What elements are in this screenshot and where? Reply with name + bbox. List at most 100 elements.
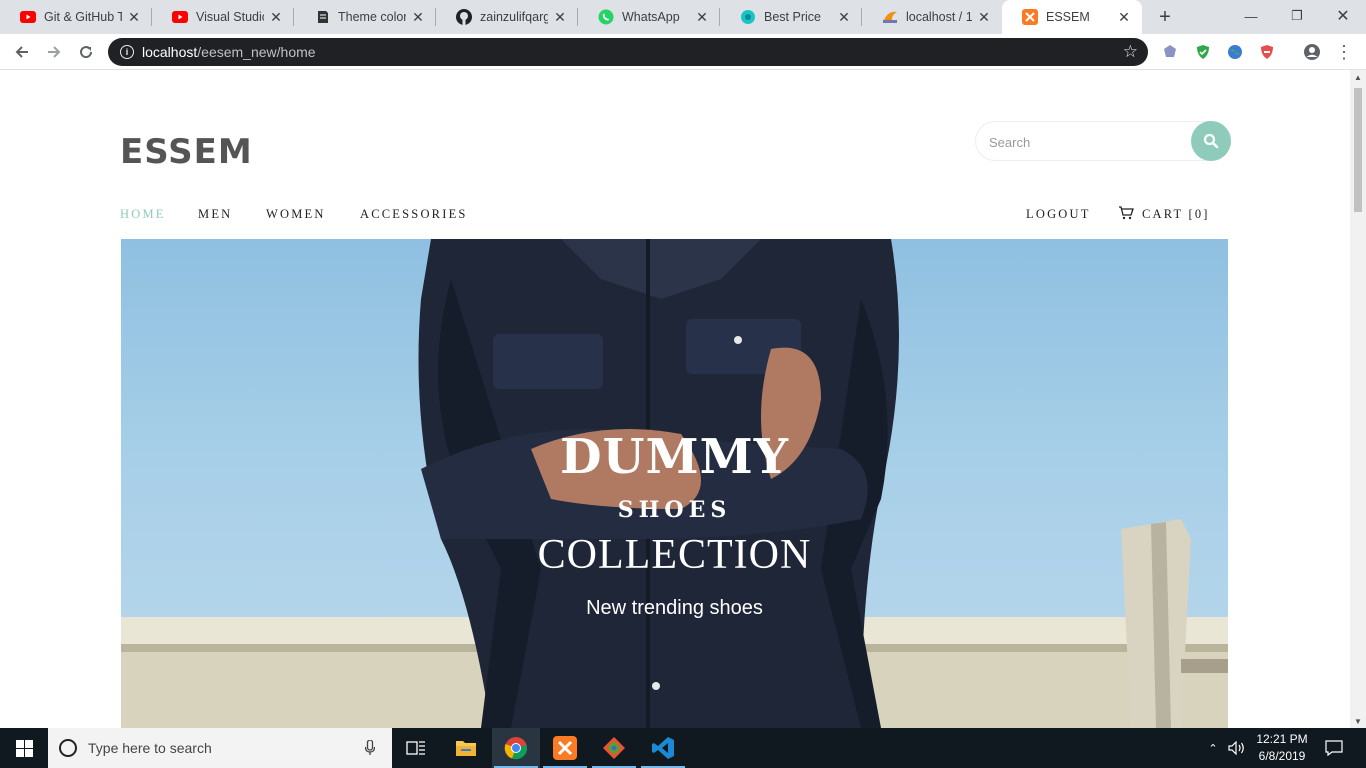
- browser-tab[interactable]: zainzulifqargit ✕: [436, 0, 578, 34]
- hero-heading: COLLECTION: [537, 532, 812, 578]
- task-view-icon: [406, 741, 425, 755]
- hero-title: DUMMY: [559, 429, 789, 485]
- cart-link[interactable]: CART [0]: [1118, 204, 1210, 222]
- scrollbar-thumb[interactable]: [1354, 88, 1362, 212]
- tab-title: localhost / 127: [906, 10, 972, 24]
- notifications-icon[interactable]: [1318, 728, 1350, 768]
- clock-date: 6/8/2019: [1258, 749, 1306, 763]
- tab-title: zainzulifqargit: [480, 10, 548, 24]
- site-logo[interactable]: ESSEM: [120, 132, 253, 172]
- close-window-button[interactable]: ✕: [1320, 0, 1366, 32]
- search-button[interactable]: [1191, 121, 1231, 161]
- chrome-taskbar-button[interactable]: [492, 728, 540, 768]
- search-icon: [1203, 133, 1219, 149]
- browser-tab[interactable]: Git & GitHub T ✕: [0, 0, 152, 34]
- xampp-icon: [1022, 9, 1038, 25]
- nav-home[interactable]: HOME: [120, 207, 166, 222]
- windows-taskbar: Type here to search ⌃ 12:21 PM 6/8/2019: [0, 728, 1366, 768]
- forward-arrow-icon: [48, 46, 61, 58]
- tab-title: WhatsApp: [622, 10, 680, 24]
- browser-tab[interactable]: WhatsApp ✕: [578, 0, 720, 34]
- browser-tab[interactable]: Theme color re ✕: [294, 0, 436, 34]
- tray-overflow-icon[interactable]: ⌃: [1204, 728, 1222, 768]
- tab-close-icon[interactable]: ✕: [268, 9, 284, 25]
- extension-puzzle-icon[interactable]: [1160, 42, 1180, 62]
- web-page: ESSEM HOME MEN WOMEN ACCESSORIES LOGOUT …: [0, 70, 1350, 728]
- reload-icon: [80, 46, 93, 59]
- globe-icon[interactable]: [1225, 42, 1245, 62]
- folder-icon: [456, 741, 476, 756]
- cart-label: CART [0]: [1142, 207, 1210, 221]
- file-explorer-button[interactable]: [442, 728, 490, 768]
- windows-logo-icon: [15, 739, 33, 757]
- hero-subtitle: SHOES: [617, 497, 732, 523]
- site-search: [975, 121, 1231, 161]
- youtube-icon: [20, 9, 36, 25]
- tab-close-icon[interactable]: ✕: [976, 9, 992, 25]
- search-input[interactable]: [989, 132, 1184, 152]
- bookmark-star-icon[interactable]: ☆: [1123, 42, 1138, 62]
- back-button[interactable]: [8, 38, 36, 66]
- system-clock[interactable]: 12:21 PM 6/8/2019: [1252, 731, 1312, 765]
- browser-tab-active[interactable]: ESSEM ✕: [1002, 0, 1142, 34]
- hero-banner[interactable]: DUMMY SHOES COLLECTION New trending shoe…: [121, 239, 1228, 728]
- vscode-icon: [652, 737, 674, 759]
- nav-men[interactable]: MEN: [198, 207, 232, 222]
- tab-title: Theme color re: [338, 10, 406, 24]
- phpmyadmin-icon: [882, 9, 898, 25]
- browser-tab-strip: Git & GitHub T ✕ Visual Studio C ✕ Theme…: [0, 0, 1366, 34]
- clock-time: 12:21 PM: [1256, 732, 1308, 746]
- logout-link[interactable]: LOGOUT: [1026, 207, 1091, 222]
- scroll-up-icon[interactable]: ▲: [1350, 70, 1366, 84]
- back-arrow-icon: [15, 46, 28, 58]
- task-view-button[interactable]: [392, 728, 440, 768]
- xampp-icon: [553, 736, 577, 760]
- whatsapp-icon: [598, 9, 614, 25]
- cart-icon: [1119, 206, 1134, 220]
- forward-button[interactable]: [40, 38, 68, 66]
- site-info-icon[interactable]: i: [120, 45, 134, 59]
- hero-tagline: New trending shoes: [586, 597, 763, 619]
- browser-toolbar: i localhost/eesem_new/home ☆ ⋮: [0, 34, 1366, 70]
- address-bar[interactable]: i localhost/eesem_new/home ☆: [108, 38, 1148, 66]
- start-button[interactable]: [0, 728, 48, 768]
- page-scrollbar[interactable]: ▲ ▼: [1350, 70, 1366, 728]
- profile-avatar-icon[interactable]: [1302, 42, 1322, 62]
- tab-close-icon[interactable]: ✕: [1116, 9, 1132, 25]
- tab-title: Best Price: [764, 10, 821, 24]
- tab-close-icon[interactable]: ✕: [694, 9, 710, 25]
- url-host: localhost: [142, 44, 198, 60]
- vscode-taskbar-button[interactable]: [639, 728, 687, 768]
- tab-close-icon[interactable]: ✕: [410, 9, 426, 25]
- volume-icon[interactable]: [1226, 728, 1248, 768]
- tab-title: Visual Studio C: [196, 10, 264, 24]
- nav-women[interactable]: WOMEN: [266, 207, 326, 222]
- git-taskbar-button[interactable]: [590, 728, 638, 768]
- browser-tab[interactable]: localhost / 127 ✕: [862, 0, 1002, 34]
- tab-close-icon[interactable]: ✕: [552, 9, 568, 25]
- shield-icon[interactable]: [1193, 42, 1213, 62]
- url-path: /eesem_new/home: [197, 44, 316, 60]
- browser-tab[interactable]: Visual Studio C ✕: [152, 0, 294, 34]
- youtube-icon: [172, 9, 188, 25]
- adblock-icon[interactable]: [1257, 42, 1277, 62]
- chrome-icon: [504, 737, 527, 760]
- new-tab-button[interactable]: +: [1151, 3, 1179, 31]
- microphone-icon[interactable]: [360, 740, 380, 756]
- restore-button[interactable]: ❐: [1274, 0, 1320, 32]
- git-gui-icon: [603, 737, 625, 759]
- document-icon: [314, 9, 330, 25]
- reload-button[interactable]: [72, 38, 100, 66]
- chrome-menu-icon[interactable]: ⋮: [1334, 42, 1354, 62]
- nav-accessories[interactable]: ACCESSORIES: [360, 207, 468, 222]
- xampp-taskbar-button[interactable]: [541, 728, 589, 768]
- minimize-button[interactable]: —: [1228, 0, 1274, 32]
- shop-icon: [740, 9, 756, 25]
- tab-close-icon[interactable]: ✕: [126, 9, 142, 25]
- tab-close-icon[interactable]: ✕: [836, 9, 852, 25]
- taskbar-search[interactable]: Type here to search: [48, 728, 392, 768]
- scroll-down-icon[interactable]: ▼: [1350, 714, 1366, 728]
- taskbar-search-placeholder: Type here to search: [88, 740, 212, 756]
- browser-tab[interactable]: Best Price ✕: [720, 0, 862, 34]
- github-icon: [456, 9, 472, 25]
